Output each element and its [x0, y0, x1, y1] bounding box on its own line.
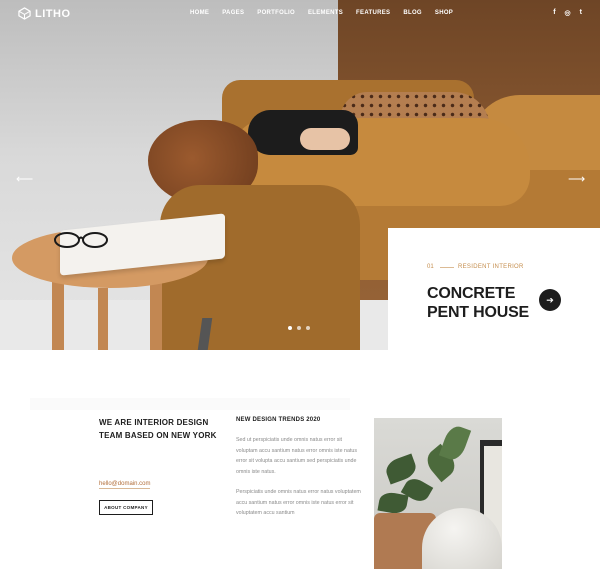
- slider-dot[interactable]: [306, 326, 310, 330]
- slider-dot[interactable]: [297, 326, 301, 330]
- menu-item-pages[interactable]: PAGES: [222, 10, 244, 16]
- slider-dot[interactable]: [288, 326, 292, 330]
- slide-caption-card: 01 RESIDENT INTERIOR CONCRETE PENT HOUSE…: [388, 228, 600, 350]
- intro-heading: WE ARE INTERIOR DESIGN TEAM BASED ON NEW…: [99, 418, 217, 440]
- menu-item-elements[interactable]: ELEMENTS: [308, 10, 343, 16]
- menu-item-features[interactable]: FEATURES: [356, 10, 390, 16]
- menu-item-home[interactable]: HOME: [190, 10, 209, 16]
- logo-text: LITHO: [35, 7, 71, 20]
- trends-heading: NEW DESIGN TRENDS 2020: [236, 417, 321, 423]
- slider-pagination: [288, 326, 310, 330]
- slide-title: CONCRETE PENT HOUSE: [427, 285, 530, 321]
- trends-paragraph: Perspiciatis unde omnis natus error natu…: [236, 489, 361, 517]
- main-menu: HOME PAGES PORTFOLIO ELEMENTS FEATURES B…: [190, 10, 466, 16]
- menu-item-portfolio[interactable]: PORTFOLIO: [257, 10, 295, 16]
- site-logo[interactable]: LITHO: [18, 7, 71, 20]
- leaf: [377, 490, 409, 516]
- table-leg: [52, 280, 64, 350]
- trends-paragraph: Sed ut perspiciatis unde omnis natus err…: [236, 437, 358, 475]
- slider-prev-arrow[interactable]: ⟵: [16, 172, 33, 186]
- plant-photo: [374, 418, 502, 569]
- slide-index: 01: [427, 264, 434, 270]
- slide-category: RESIDENT INTERIOR: [458, 264, 524, 270]
- instagram-icon[interactable]: ◎: [565, 9, 571, 17]
- table-leg: [98, 288, 108, 350]
- social-links: f ◎ t: [553, 9, 582, 17]
- twitter-icon[interactable]: t: [580, 9, 582, 17]
- menu-item-blog[interactable]: BLOG: [403, 10, 422, 16]
- menu-item-shop[interactable]: SHOP: [435, 10, 453, 16]
- slider-next-arrow[interactable]: ⟶: [568, 172, 585, 186]
- email-link[interactable]: hello@domain.com: [99, 481, 151, 489]
- top-navigation: LITHO HOME PAGES PORTFOLIO ELEMENTS FEAT…: [0, 0, 600, 30]
- person-arm: [300, 128, 350, 150]
- divider-line: [440, 267, 454, 268]
- section-band: [30, 398, 350, 410]
- glasses-icon: [54, 232, 108, 248]
- about-company-button[interactable]: ABOUT COMPANY: [99, 500, 153, 515]
- table-leg: [150, 280, 162, 350]
- leaf: [438, 423, 472, 463]
- logo-icon: [18, 7, 31, 20]
- facebook-icon[interactable]: f: [553, 9, 555, 17]
- arrow-right-button[interactable]: ➔: [539, 289, 561, 311]
